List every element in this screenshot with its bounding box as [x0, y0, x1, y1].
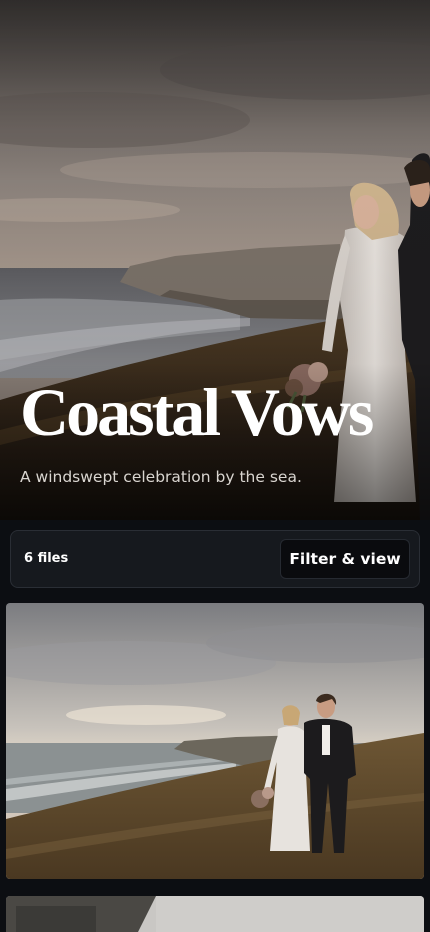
- file-count-label: 6 files: [24, 551, 69, 566]
- page-subtitle: A windswept celebration by the sea.: [20, 468, 302, 486]
- couple-on-clifftop-photo: [6, 603, 424, 879]
- gallery-page: Coastal Vows A windswept celebration by …: [0, 0, 430, 932]
- filter-view-button[interactable]: Filter & view: [280, 539, 410, 579]
- gallery-toolbar: 6 files Filter & view: [10, 530, 420, 588]
- gallery-photo-card[interactable]: [6, 603, 424, 879]
- gallery-photo-card[interactable]: [6, 896, 424, 932]
- page-title: Coastal Vows: [20, 374, 374, 450]
- building-and-sky-photo: [6, 896, 424, 932]
- hero-banner: Coastal Vows A windswept celebration by …: [0, 0, 430, 520]
